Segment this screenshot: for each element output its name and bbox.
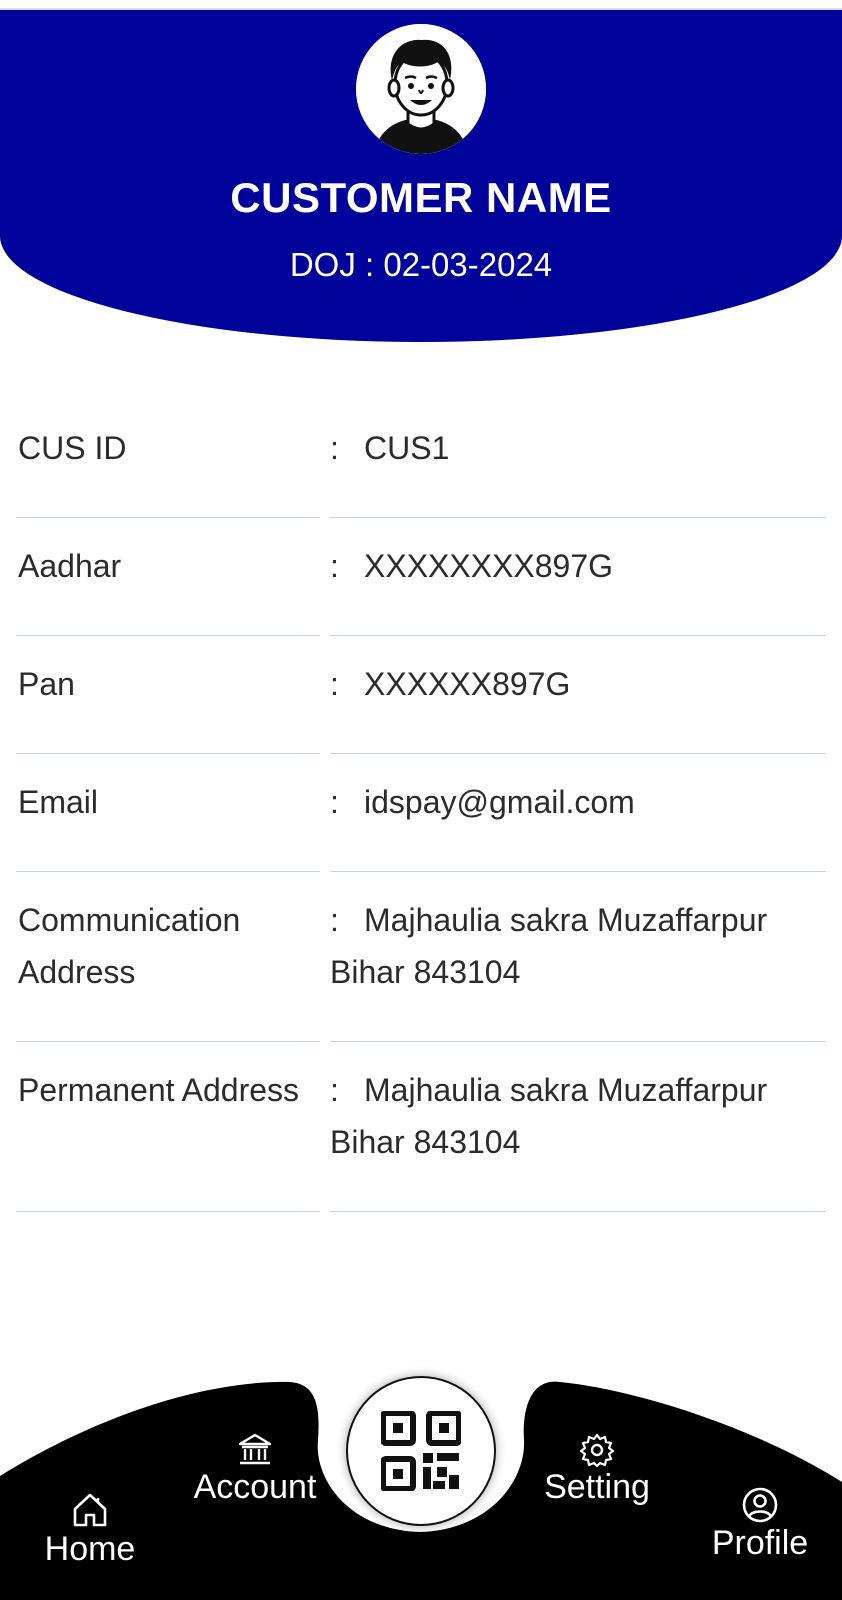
bottom-navigation: Account Home Setting Profile: [0, 1370, 842, 1600]
row-divider: [16, 635, 320, 636]
row-divider: [16, 753, 320, 754]
row-divider: [16, 871, 320, 872]
avatar: [356, 24, 486, 154]
detail-label: Email: [18, 784, 99, 820]
nav-label-home: Home: [44, 1530, 136, 1568]
detail-value-text: CUS1: [364, 430, 450, 466]
nav-item-profile[interactable]: Profile: [700, 1486, 820, 1563]
user-circle-icon: [742, 1487, 778, 1523]
detail-label: Communication Address: [18, 902, 241, 990]
detail-row-pan: Pan : XXXXXX897G: [0, 646, 842, 764]
detail-row-communication-address: Communication Address : Majhaulia sakra M…: [0, 882, 842, 1052]
status-divider: [0, 0, 842, 10]
detail-value-text: XXXXXX897G: [364, 666, 571, 702]
profile-header: CUSTOMER NAME DOJ : 02-03-2024: [0, 10, 842, 342]
date-of-joining: DOJ : 02-03-2024: [289, 246, 553, 283]
row-divider: [16, 517, 320, 518]
qr-code-icon: [381, 1411, 461, 1491]
detail-row-cus-id: CUS ID : CUS1: [0, 410, 842, 528]
bank-icon: [238, 1433, 272, 1465]
detail-value: : XXXXXXXX897G: [330, 540, 830, 592]
detail-value: : CUS1: [330, 422, 830, 474]
customer-name: CUSTOMER NAME: [230, 174, 612, 221]
detail-value-text: Majhaulia sakra Muzaffarpur Bihar 843104: [330, 902, 768, 990]
detail-value-text: Majhaulia sakra Muzaffarpur Bihar 843104: [330, 1072, 768, 1160]
home-icon: [73, 1493, 107, 1527]
detail-colon: :: [330, 902, 339, 938]
detail-row-email: Email : idspay@gmail.com: [0, 764, 842, 882]
detail-colon: :: [330, 784, 339, 820]
detail-value: : Majhaulia sakra Muzaffarpur Bihar 84310…: [330, 1064, 830, 1168]
detail-value-text: idspay@gmail.com: [364, 784, 635, 820]
row-divider: [330, 871, 826, 872]
detail-value: : Majhaulia sakra Muzaffarpur Bihar 84310…: [330, 894, 830, 998]
detail-row-aadhar: Aadhar : XXXXXXXX897G: [0, 528, 842, 646]
nav-item-home[interactable]: Home: [30, 1490, 150, 1569]
detail-colon: :: [330, 1072, 339, 1108]
nav-label-profile: Profile: [711, 1524, 809, 1562]
detail-label: Pan: [18, 666, 75, 702]
row-divider: [330, 1211, 826, 1212]
detail-label: Aadhar: [18, 548, 122, 584]
detail-colon: :: [330, 666, 339, 702]
detail-row-permanent-address: Permanent Address : Majhaulia sakra Muzaf…: [0, 1052, 842, 1222]
row-divider: [330, 1041, 826, 1042]
nav-label-setting: Setting: [544, 1468, 650, 1506]
gear-icon: [579, 1433, 615, 1468]
nav-item-setting[interactable]: Setting: [530, 1432, 664, 1507]
detail-colon: :: [330, 430, 339, 466]
scan-qr-button[interactable]: [346, 1376, 496, 1526]
detail-colon: :: [330, 548, 339, 584]
nav-label-account: Account: [193, 1468, 317, 1506]
detail-label: CUS ID: [18, 430, 127, 466]
row-divider: [330, 635, 826, 636]
customer-details: CUS ID : CUS1 Aadhar : XXXXXXXX897G Pan : X…: [0, 410, 842, 1222]
row-divider: [16, 1211, 320, 1212]
nav-item-account[interactable]: Account: [188, 1432, 322, 1507]
detail-value: : XXXXXX897G: [330, 658, 830, 710]
row-divider: [16, 1041, 320, 1042]
detail-value: : idspay@gmail.com: [330, 776, 830, 828]
row-divider: [330, 753, 826, 754]
row-divider: [330, 517, 826, 518]
detail-value-text: XXXXXXXX897G: [364, 548, 614, 584]
detail-label: Permanent Address: [18, 1072, 300, 1108]
user-avatar-icon: [356, 24, 486, 154]
